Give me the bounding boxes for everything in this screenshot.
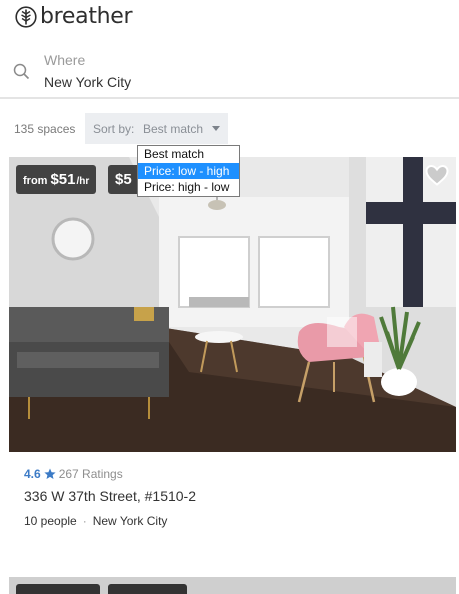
price-from-label: from xyxy=(23,175,48,187)
listing-address[interactable]: 336 W 37th Street, #1510-2 xyxy=(24,488,456,504)
capacity: 10 people xyxy=(24,514,77,528)
where-label: Where xyxy=(44,52,86,68)
tree-logo-icon xyxy=(15,6,37,28)
rating-row: 4.6 267 Ratings xyxy=(24,467,456,481)
next-secondary-badge xyxy=(108,584,187,594)
price-amount: $51 xyxy=(50,171,76,188)
app-header: breather xyxy=(0,0,459,44)
sort-selected-value: Best match xyxy=(143,122,204,136)
secondary-price-amount: $5 xyxy=(115,171,132,188)
listing-city: New York City xyxy=(92,514,168,528)
listing-card[interactable]: from $51 /hr $5 4.6 267 Ratings 336 W 37… xyxy=(9,157,456,528)
next-listing-card[interactable] xyxy=(9,577,456,594)
sort-options-menu: Best match Price: low - high Price: high… xyxy=(137,145,240,198)
sort-option-price-high-low[interactable]: Price: high - low xyxy=(138,179,239,196)
rating-value: 4.6 xyxy=(24,467,41,481)
star-icon xyxy=(44,468,56,479)
results-count: 135 spaces xyxy=(14,122,76,136)
listing-details: 10 people · New York City xyxy=(24,514,456,528)
search-icon xyxy=(13,63,30,80)
room-photo-illustration xyxy=(9,157,456,452)
location-input-value[interactable]: New York City xyxy=(44,74,131,90)
sort-label: Sort by: xyxy=(93,122,135,136)
sort-option-best-match[interactable]: Best match xyxy=(138,146,239,163)
separator-dot: · xyxy=(82,514,87,528)
sort-dropdown-button[interactable]: Sort by: Best match xyxy=(85,113,228,144)
price-unit: /hr xyxy=(76,176,90,187)
next-price-badge xyxy=(16,584,100,594)
ratings-count: 267 Ratings xyxy=(58,467,123,481)
sort-option-price-low-high[interactable]: Price: low - high xyxy=(138,162,239,180)
brand-name: breather xyxy=(40,4,133,29)
location-search[interactable]: Where New York City xyxy=(0,44,459,99)
heart-icon[interactable] xyxy=(424,163,450,187)
listing-meta: 4.6 267 Ratings 336 W 37th Street, #1510… xyxy=(9,452,456,528)
results-toolbar: 135 spaces Sort by: Best match xyxy=(0,113,459,145)
brand-logo[interactable]: breather xyxy=(15,4,133,29)
caret-down-icon xyxy=(212,126,220,131)
listing-photo[interactable]: from $51 /hr $5 xyxy=(9,157,456,452)
price-badge: from $51 /hr xyxy=(16,165,97,194)
